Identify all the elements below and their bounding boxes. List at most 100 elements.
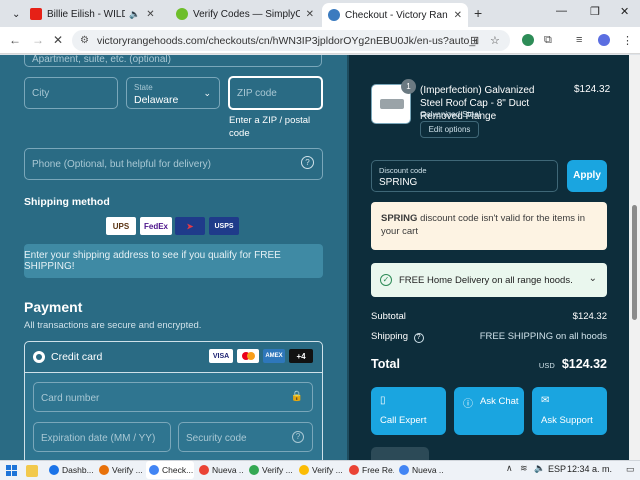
- subtotal-value: $124.32: [572, 311, 607, 322]
- ask-support-button[interactable]: ✉ Ask Support: [532, 387, 607, 435]
- discount-value: SPRING: [379, 177, 418, 188]
- payment-subtitle: All transactions are secure and encrypte…: [24, 320, 202, 331]
- call-expert-button[interactable]: ▯ Call Expert: [371, 387, 446, 435]
- help-icon[interactable]: ?: [301, 156, 314, 169]
- minimize-icon[interactable]: —: [556, 5, 567, 17]
- address-bar[interactable]: ⚙ victoryrangehoods.com/checkouts/cn/hWN…: [72, 30, 510, 51]
- total-label: Total: [371, 357, 400, 371]
- file-explorer-icon[interactable]: [26, 465, 38, 477]
- simplycodes-icon: [176, 8, 188, 20]
- mail-icon: ✉: [541, 395, 550, 406]
- reading-list-icon[interactable]: ≡: [576, 34, 582, 46]
- taskbar-item[interactable]: Nueva ...: [196, 461, 244, 479]
- tab-checkout[interactable]: Checkout - Victory Range Hoo ✕: [322, 3, 468, 27]
- taskbar-item[interactable]: Verify ...: [296, 461, 344, 479]
- zip-placeholder: ZIP code: [237, 88, 277, 99]
- zip-field[interactable]: ZIP code: [228, 76, 323, 110]
- security-code-field[interactable]: Security code ?: [178, 422, 313, 452]
- profile-avatar[interactable]: [598, 34, 610, 46]
- close-window-icon[interactable]: ✕: [620, 5, 629, 18]
- speaker-icon[interactable]: 🔈: [129, 9, 140, 20]
- expiration-placeholder: Expiration date (MM / YY): [41, 433, 156, 444]
- card-number-field[interactable]: Card number 🔒: [33, 382, 313, 412]
- tab-simplycodes[interactable]: Verify Codes — SimplyCodes ✕: [170, 3, 320, 25]
- tab-youtube[interactable]: Billie Eilish - WILDFLOWER ( 🔈 ✕: [24, 3, 164, 25]
- total-value-group: USD $124.32: [539, 357, 607, 371]
- taskbar-item-label: Nueva ...: [412, 465, 444, 475]
- taskbar-item-label: Check...: [162, 465, 194, 475]
- city-field[interactable]: City: [24, 77, 118, 109]
- new-tab-icon[interactable]: +: [474, 5, 482, 21]
- extension-icon[interactable]: [522, 34, 534, 46]
- wifi-icon[interactable]: ≋: [520, 463, 528, 474]
- app-icon: [199, 465, 209, 475]
- taskbar-item[interactable]: Dashb...: [46, 461, 94, 479]
- scrollbar-thumb[interactable]: [632, 205, 637, 320]
- taskbar-item[interactable]: Free Re...: [346, 461, 394, 479]
- menu-kebab-icon[interactable]: ⋮: [622, 34, 633, 47]
- url-text: victoryrangehoods.com/checkouts/cn/hWN3I…: [96, 34, 477, 47]
- chevron-down-icon[interactable]: ⌄: [589, 273, 597, 284]
- notification-icon[interactable]: ▭: [626, 464, 635, 475]
- app-icon: [399, 465, 409, 475]
- taskbar-item-label: Verify ...: [112, 465, 143, 475]
- help-icon[interactable]: ?: [292, 431, 304, 443]
- taskbar-item-label: Free Re...: [362, 465, 394, 475]
- help-icon[interactable]: ?: [413, 333, 424, 343]
- taskbar-item[interactable]: Nueva ...: [396, 461, 444, 479]
- phone-icon: ▯: [380, 395, 386, 406]
- back-icon[interactable]: ←: [9, 33, 21, 47]
- ask-support-label: Ask Support: [541, 415, 593, 426]
- checkout-page: Apartment, suite, etc. (optional) City S…: [0, 55, 640, 460]
- close-tab-icon[interactable]: ✕: [146, 9, 154, 20]
- fedex-logo: FedEx: [140, 217, 172, 235]
- app-icon: [49, 465, 59, 475]
- discount-label: Discount code: [379, 166, 427, 175]
- tray-up-icon[interactable]: ∧: [506, 463, 513, 474]
- language-indicator[interactable]: ESP: [548, 464, 566, 474]
- clock[interactable]: 12:34 a. m.: [567, 464, 612, 474]
- browser-toolbar: ← → ✕ ⚙ victoryrangehoods.com/checkouts/…: [0, 27, 640, 54]
- shipping-label: Shipping ?: [371, 331, 424, 343]
- discount-code-field[interactable]: Discount code SPRING: [371, 160, 558, 192]
- apartment-field[interactable]: Apartment, suite, etc. (optional): [24, 55, 322, 67]
- app-icon: [349, 465, 359, 475]
- tab-title: Billie Eilish - WILDFLOWER (: [47, 8, 125, 20]
- payment-title: Payment: [24, 299, 83, 315]
- taskbar-item[interactable]: Check...: [146, 461, 194, 479]
- apply-button[interactable]: Apply: [567, 160, 607, 192]
- close-tab-icon[interactable]: ✕: [306, 9, 314, 20]
- app-icon: [149, 465, 159, 475]
- state-label: State: [134, 83, 153, 92]
- free-delivery-banner[interactable]: ✓ FREE Home Delivery on all range hoods.…: [371, 263, 607, 297]
- phone-placeholder: Phone (Optional, but helpful for deliver…: [32, 159, 211, 170]
- currency-code: USD: [538, 361, 555, 370]
- state-select[interactable]: State Delaware ⌄: [126, 77, 220, 109]
- phone-field[interactable]: Phone (Optional, but helpful for deliver…: [24, 148, 323, 180]
- tab-search-button[interactable]: ⌄: [6, 3, 24, 25]
- shipping-value: FREE SHIPPING on all hoods: [479, 331, 607, 342]
- forward-icon[interactable]: →: [32, 33, 44, 47]
- security-code-placeholder: Security code: [186, 433, 247, 444]
- site-info-icon[interactable]: ⚙: [80, 35, 89, 46]
- quantity-badge: 1: [401, 79, 416, 94]
- bookmark-star-icon[interactable]: ☆: [490, 34, 500, 47]
- ask-chat-button[interactable]: ⓘ Ask Chat: [454, 387, 524, 435]
- close-tab-icon[interactable]: ✕: [454, 10, 462, 21]
- volume-icon[interactable]: 🔈: [534, 463, 545, 474]
- windows-start-icon[interactable]: [6, 465, 18, 477]
- app-icon: [299, 465, 309, 475]
- taskbar-item[interactable]: Verify ...: [246, 461, 294, 479]
- restore-icon[interactable]: ❐: [590, 5, 600, 18]
- edit-options-button[interactable]: Edit options: [420, 121, 479, 138]
- taskbar-item[interactable]: Verify ...: [96, 461, 144, 479]
- extensions-puzzle-icon[interactable]: ⧉: [544, 34, 552, 47]
- victory-icon: [328, 9, 340, 21]
- radio-button[interactable]: [33, 351, 45, 363]
- checkout-form: Apartment, suite, etc. (optional) City S…: [0, 55, 347, 460]
- translate-icon[interactable]: ⊞: [470, 34, 479, 47]
- more-button[interactable]: [371, 447, 429, 460]
- expiration-field[interactable]: Expiration date (MM / YY): [33, 422, 171, 452]
- product-variant: Galvanized Steel: [420, 110, 481, 119]
- stop-icon[interactable]: ✕: [53, 33, 63, 47]
